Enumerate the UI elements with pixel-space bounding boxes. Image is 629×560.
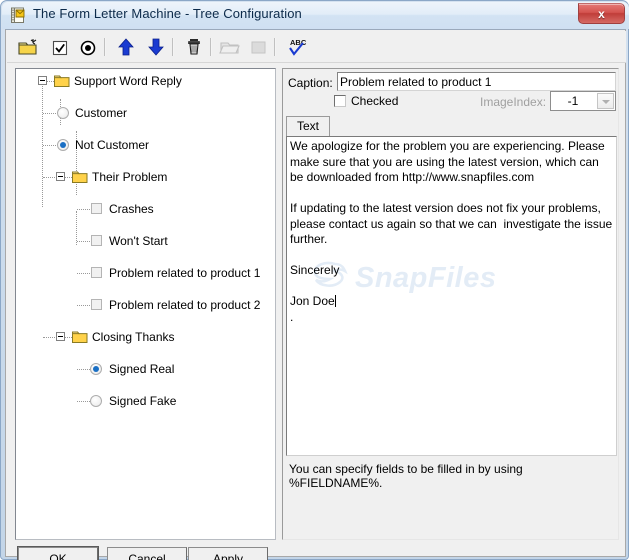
imageindex-combobox[interactable]: -1 xyxy=(550,91,616,111)
tree-node-label: Support Word Reply xyxy=(74,74,182,88)
details-panel: Caption: Checked ImageIndex: -1 Text xyxy=(282,68,619,540)
tree-connector xyxy=(43,337,55,339)
tab-text[interactable]: Text xyxy=(286,116,330,137)
tree-node-problem-product-2[interactable]: Problem related to product 2 xyxy=(16,297,275,313)
radio-icon[interactable] xyxy=(90,363,102,375)
radio-icon[interactable] xyxy=(76,35,100,59)
tree-connector xyxy=(77,209,90,211)
tree-connector xyxy=(77,273,90,275)
radio-icon[interactable] xyxy=(90,395,102,407)
delete-icon[interactable] xyxy=(182,35,206,59)
tree-view[interactable]: Support Word Reply Customer Not Customer xyxy=(16,69,275,408)
tree-node-signed-real[interactable]: Signed Real xyxy=(16,361,275,377)
editor-trailing: . xyxy=(290,309,294,324)
title-bar: The Form Letter Machine - Tree Configura… xyxy=(2,2,629,29)
tree-connector xyxy=(65,337,72,339)
tree-connector xyxy=(77,401,90,403)
text-editor[interactable]: SnapFiles We apologize for the problem y… xyxy=(286,136,617,456)
move-up-icon[interactable] xyxy=(114,35,138,59)
dialog-window: The Form Letter Machine - Tree Configura… xyxy=(0,0,629,560)
tree-node-problem-product-1[interactable]: Problem related to product 1 xyxy=(16,265,275,281)
window-title: The Form Letter Machine - Tree Configura… xyxy=(33,6,302,21)
editor-body: We apologize for the problem you are exp… xyxy=(290,139,613,308)
checkbox-icon[interactable] xyxy=(91,203,102,214)
tree-node-label: Signed Real xyxy=(109,362,175,376)
tree-node-wont-start[interactable]: Won't Start xyxy=(16,233,275,249)
tree-node-label: Customer xyxy=(75,106,128,120)
checkbox-icon[interactable] xyxy=(48,35,72,59)
new-folder-icon[interactable] xyxy=(16,35,40,59)
tree-node-label: Not Customer xyxy=(75,138,150,152)
spellcheck-icon[interactable]: ABC xyxy=(284,35,308,59)
svg-text:ABC: ABC xyxy=(290,38,307,47)
tree-connector xyxy=(43,113,56,115)
tree-connector xyxy=(43,145,56,147)
stop-icon[interactable] xyxy=(246,35,270,59)
radio-icon[interactable] xyxy=(57,139,69,151)
screenshot-root: The Form Letter Machine - Tree Configura… xyxy=(0,0,629,560)
tree-connector xyxy=(43,177,55,179)
caption-label: Caption: xyxy=(288,76,333,90)
chevron-down-icon[interactable] xyxy=(597,93,614,109)
tab-strip: Text xyxy=(286,116,617,137)
tree-connector xyxy=(65,177,72,179)
checkbox-icon[interactable] xyxy=(91,235,102,246)
imageindex-label: ImageIndex: xyxy=(480,95,547,109)
tree-node-support-word-reply[interactable]: Support Word Reply xyxy=(16,73,275,89)
toolbar-separator xyxy=(172,38,174,56)
tree-node-label: Problem related to product 2 xyxy=(109,298,261,312)
apply-button[interactable]: Apply xyxy=(188,547,268,560)
checkbox-icon[interactable] xyxy=(91,299,102,310)
tree-node-label: Closing Thanks xyxy=(92,330,175,344)
expander-icon[interactable] xyxy=(38,76,47,85)
tree-node-crashes[interactable]: Crashes xyxy=(16,201,275,217)
checkbox-icon[interactable] xyxy=(91,267,102,278)
cancel-button[interactable]: Cancel xyxy=(107,547,187,560)
open-folder-icon[interactable] xyxy=(218,35,242,59)
tree-node-not-customer[interactable]: Not Customer xyxy=(16,137,275,153)
folder-icon xyxy=(72,170,88,183)
ok-button[interactable]: OK xyxy=(18,547,98,560)
tree-panel[interactable]: Support Word Reply Customer Not Customer xyxy=(15,68,276,540)
editor-content[interactable]: We apologize for the problem you are exp… xyxy=(290,139,613,325)
radio-icon[interactable] xyxy=(57,107,69,119)
tree-node-label: Won't Start xyxy=(109,234,168,248)
move-down-icon[interactable] xyxy=(144,35,168,59)
expander-icon[interactable] xyxy=(56,332,65,341)
close-icon: x xyxy=(598,6,605,21)
tree-connector xyxy=(47,81,54,83)
checked-label: Checked xyxy=(351,94,399,108)
toolbar-separator xyxy=(274,38,276,56)
tree-node-label: Signed Fake xyxy=(109,394,177,408)
text-caret xyxy=(334,295,336,307)
tree-connector xyxy=(77,369,90,371)
tree-node-closing-thanks[interactable]: Closing Thanks xyxy=(16,329,275,345)
form-letter-icon xyxy=(10,7,27,24)
tree-node-label: Problem related to product 1 xyxy=(109,266,261,280)
expander-icon[interactable] xyxy=(56,172,65,181)
folder-icon xyxy=(54,74,70,87)
tree-node-customer[interactable]: Customer xyxy=(16,105,275,121)
close-button[interactable]: x xyxy=(578,3,625,24)
folder-icon xyxy=(72,330,88,343)
toolbar-separator xyxy=(104,38,106,56)
tree-node-label: Crashes xyxy=(109,202,154,216)
hint-text: You can specify fields to be filled in b… xyxy=(289,462,523,490)
checked-checkbox[interactable] xyxy=(334,95,346,107)
tree-node-their-problem[interactable]: Their Problem xyxy=(16,169,275,185)
tree-connector xyxy=(77,241,90,243)
client-area: ABC Support Word Reply Customer Not Cust… xyxy=(5,29,626,560)
imageindex-value: -1 xyxy=(567,94,579,108)
caption-input[interactable] xyxy=(337,72,616,91)
toolbar-separator xyxy=(210,38,212,56)
tree-connector xyxy=(77,305,90,307)
tree-node-label: Their Problem xyxy=(92,170,168,184)
tree-node-signed-fake[interactable]: Signed Fake xyxy=(16,393,275,409)
toolbar: ABC xyxy=(7,31,626,63)
